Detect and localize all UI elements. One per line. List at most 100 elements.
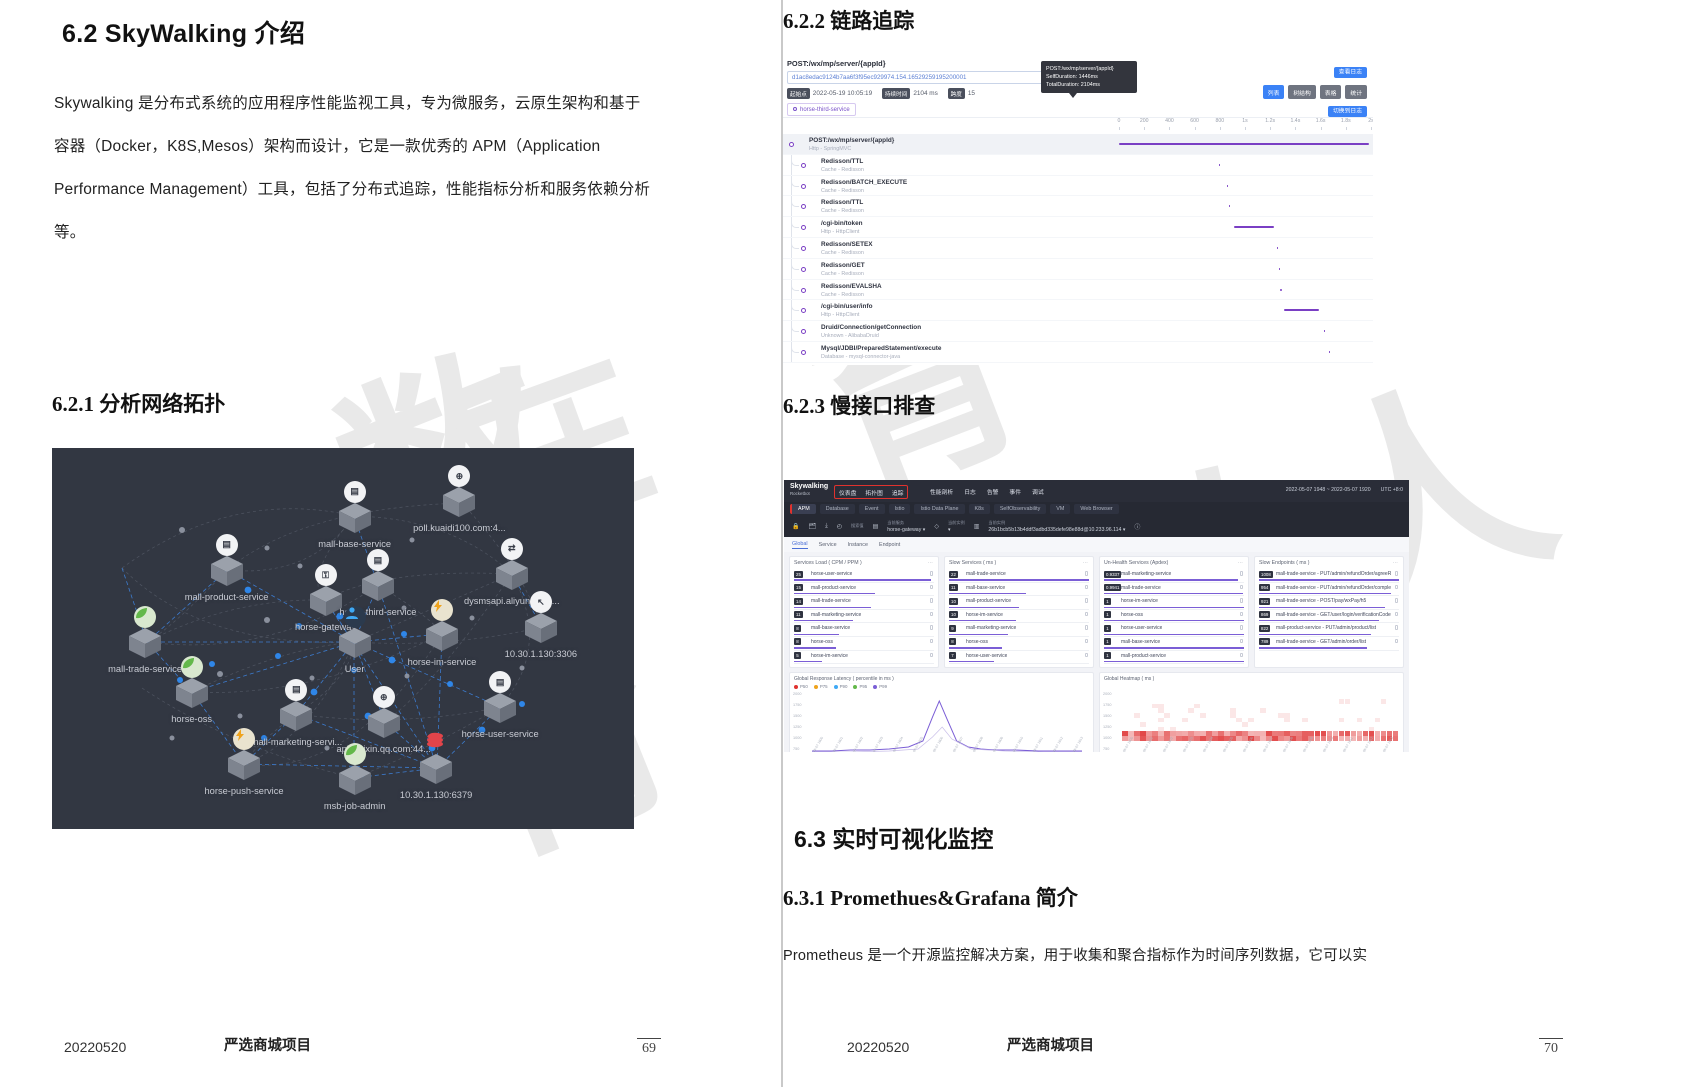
info-icon[interactable]: ⓘ bbox=[1134, 522, 1140, 531]
panel-menu-icon[interactable]: ⋯ bbox=[928, 560, 933, 566]
sw-time-range[interactable]: 2022-05-07 1948 ~ 2022-05-07 1920 bbox=[1286, 487, 1371, 493]
sw-scope-tab[interactable]: Endpoint bbox=[879, 542, 900, 548]
sw-timezone[interactable]: UTC +8:0 bbox=[1381, 487, 1403, 493]
copy-icon[interactable] bbox=[1240, 625, 1244, 630]
sw-metric-row[interactable]: 25 horse-user-service bbox=[794, 569, 934, 583]
sw-module-tab[interactable]: Event bbox=[859, 504, 885, 514]
view-log-button-wrap[interactable]: 查看日志 bbox=[1334, 60, 1367, 78]
sw-nav-item[interactable]: 仪表盘 bbox=[839, 488, 856, 497]
sw-metric-row[interactable]: 8 horse-oss bbox=[949, 637, 1089, 651]
sw-metric-row[interactable]: 869 mall-trade-service - GET/user/login/v… bbox=[1259, 610, 1399, 624]
trace-span-row[interactable]: Redisson/TTL Cache - Redisson bbox=[783, 196, 1373, 217]
copy-icon[interactable] bbox=[1240, 653, 1244, 658]
sw-metric-row[interactable]: 8 mall-base-service bbox=[794, 623, 934, 637]
sw-metric-row[interactable]: 7 horse-user-service bbox=[949, 651, 1089, 665]
copy-icon[interactable] bbox=[1240, 585, 1244, 590]
sw-layer-field[interactable]: 当前实例 ▾ bbox=[948, 520, 965, 533]
panel-menu-icon[interactable]: ⋯ bbox=[1238, 560, 1243, 566]
copy-icon[interactable] bbox=[1395, 598, 1399, 603]
copy-icon[interactable] bbox=[930, 639, 934, 644]
sw-metric-row[interactable]: 15 mall-product-service bbox=[794, 583, 934, 597]
trace-span-row[interactable]: Redisson/SETEX Cache - Redisson bbox=[783, 238, 1373, 259]
sw-nav-item[interactable]: 追踪 bbox=[892, 488, 904, 497]
copy-icon[interactable] bbox=[1240, 639, 1244, 644]
sw-nav-item[interactable]: 拓扑图 bbox=[865, 488, 882, 497]
sw-metric-row[interactable]: 1 horse-oss bbox=[1104, 610, 1244, 624]
panel-menu-icon[interactable]: ⋯ bbox=[1083, 560, 1088, 566]
sw-metric-row[interactable]: 10 horse-im-service bbox=[949, 610, 1089, 624]
switch-to-log-wrap[interactable]: 切换到日志 bbox=[1328, 99, 1367, 117]
lock-icon[interactable]: 🔒 bbox=[792, 523, 799, 530]
view-log-button[interactable]: 查看日志 bbox=[1334, 67, 1367, 78]
sw-primary-nav[interactable]: 仪表盘 拓扑图 追踪 bbox=[834, 485, 908, 499]
copy-icon[interactable] bbox=[930, 653, 934, 658]
copy-icon[interactable] bbox=[1085, 639, 1089, 644]
panel-menu-icon[interactable]: ⋯ bbox=[1393, 560, 1398, 566]
sw-metric-row[interactable]: 822 mall-product-service - PUT/admin/prod… bbox=[1259, 623, 1399, 637]
trace-id-select[interactable]: d1ac8edac9124b7aa6f3f95ec929974.154.1652… bbox=[787, 71, 1059, 84]
trace-span-row[interactable]: /cgi-bin/user/info Http - HttpClient bbox=[783, 300, 1373, 321]
sw-metric-row[interactable]: 14 mall-trade-service bbox=[794, 596, 934, 610]
copy-icon[interactable] bbox=[1395, 612, 1399, 617]
sw-metric-row[interactable]: 921 mall-trade-service - POST/pay/wxPay/h… bbox=[1259, 596, 1399, 610]
sw-service-field[interactable]: 当前服务 horse-gateway ▾ bbox=[887, 520, 925, 533]
copy-icon[interactable] bbox=[1240, 571, 1244, 576]
sw-metric-row[interactable]: 0.9337 mall-marketing-service bbox=[1104, 569, 1244, 583]
trace-span-row[interactable]: /cgi-bin/token Http - HttpClient bbox=[783, 217, 1373, 238]
copy-icon[interactable] bbox=[1085, 571, 1089, 576]
sw-metric-row[interactable]: 22 mall-trade-service bbox=[949, 569, 1089, 583]
sw-metric-row[interactable]: 1 mall-base-service bbox=[1104, 637, 1244, 651]
copy-icon[interactable] bbox=[1395, 625, 1399, 630]
sw-nav-item[interactable]: 事件 bbox=[1009, 487, 1021, 496]
sw-module-tab[interactable]: SelfObservability bbox=[994, 504, 1046, 514]
service-filter-chip[interactable]: horse-third-service bbox=[787, 103, 856, 116]
sw-module-tab[interactable]: Istio Data Plane bbox=[914, 504, 964, 514]
folder-icon[interactable]: 🗂 bbox=[808, 523, 816, 530]
sw-metric-row[interactable]: 1 horse-user-service bbox=[1104, 623, 1244, 637]
sw-module-tab[interactable]: K8s bbox=[969, 504, 990, 514]
sw-metric-row[interactable]: 8 horse-oss bbox=[794, 637, 934, 651]
copy-icon[interactable] bbox=[930, 585, 934, 590]
copy-icon[interactable] bbox=[1085, 585, 1089, 590]
switch-to-log-button[interactable]: 切换到日志 bbox=[1328, 106, 1367, 117]
sw-scope-tab[interactable]: Service bbox=[819, 542, 837, 548]
sw-scope-tabs[interactable]: Global Service Instance Endpoint bbox=[784, 537, 1409, 552]
trace-span-row[interactable]: Redisson/TTL Cache - Redisson bbox=[783, 155, 1373, 176]
sw-metric-row[interactable]: 0.9941 mall-trade-service bbox=[1104, 583, 1244, 597]
sw-nav-item[interactable]: 性能剖析 bbox=[930, 487, 953, 496]
copy-icon[interactable] bbox=[1085, 598, 1089, 603]
copy-icon[interactable] bbox=[930, 612, 934, 617]
view-table-button[interactable]: 表格 bbox=[1320, 85, 1342, 99]
sw-search-field[interactable]: 搜索值 bbox=[851, 523, 864, 530]
sw-metric-row[interactable]: 1 mall-product-service bbox=[1104, 651, 1244, 665]
copy-icon[interactable] bbox=[930, 625, 934, 630]
sw-metric-row[interactable]: 1008 mall-trade-service - PUT/admin/refun… bbox=[1259, 569, 1399, 583]
copy-icon[interactable] bbox=[1395, 585, 1399, 590]
legend-item[interactable]: P90 bbox=[834, 684, 848, 689]
sw-metric-row[interactable]: 1 horse-im-service bbox=[1104, 596, 1244, 610]
sw-module-tabs[interactable]: APM Database Event Istio Istio Data Plane K8s… bbox=[784, 502, 1409, 516]
view-stat-button[interactable]: 统计 bbox=[1345, 85, 1367, 99]
clock-icon[interactable]: ◴ bbox=[837, 523, 842, 530]
sw-nav-item[interactable]: 日志 bbox=[964, 487, 976, 496]
copy-icon[interactable] bbox=[1085, 612, 1089, 617]
sw-instance-field[interactable]: 当前实例 26b1bcb5b13b4ddf3adbd335defe98e88d@… bbox=[988, 520, 1125, 533]
sw-metric-row[interactable]: 9 mall-marketing-service bbox=[949, 623, 1089, 637]
sw-metric-row[interactable]: 789 mall-trade-service - GET/admin/order/… bbox=[1259, 637, 1399, 651]
sw-module-tab[interactable]: Istio bbox=[889, 504, 911, 514]
sw-nav-item[interactable]: 告警 bbox=[987, 487, 999, 496]
sw-metric-row[interactable]: 11 mall-marketing-service bbox=[794, 610, 934, 624]
copy-icon[interactable] bbox=[1240, 598, 1244, 603]
trace-span-row[interactable]: Druid/Connection/getConnection Unknown - … bbox=[783, 321, 1373, 342]
sw-metric-row[interactable]: 5 horse-im-service bbox=[794, 651, 934, 665]
sw-module-tab[interactable]: Web Browser bbox=[1074, 504, 1118, 514]
trace-span-row[interactable]: Redisson/BATCH_EXECUTE Cache - Redisson bbox=[783, 176, 1373, 197]
legend-item[interactable]: P75 bbox=[814, 684, 828, 689]
sw-metric-row[interactable]: 954 mall-trade-service - PUT/admin/refund… bbox=[1259, 583, 1399, 597]
download-icon[interactable]: ⤓ bbox=[825, 523, 828, 530]
sw-module-tab[interactable]: APM bbox=[790, 504, 816, 514]
view-tree-button[interactable]: 树结构 bbox=[1288, 85, 1315, 99]
sw-scope-tab[interactable]: Instance bbox=[848, 542, 868, 548]
legend-item[interactable]: P99 bbox=[873, 684, 887, 689]
copy-icon[interactable] bbox=[930, 598, 934, 603]
